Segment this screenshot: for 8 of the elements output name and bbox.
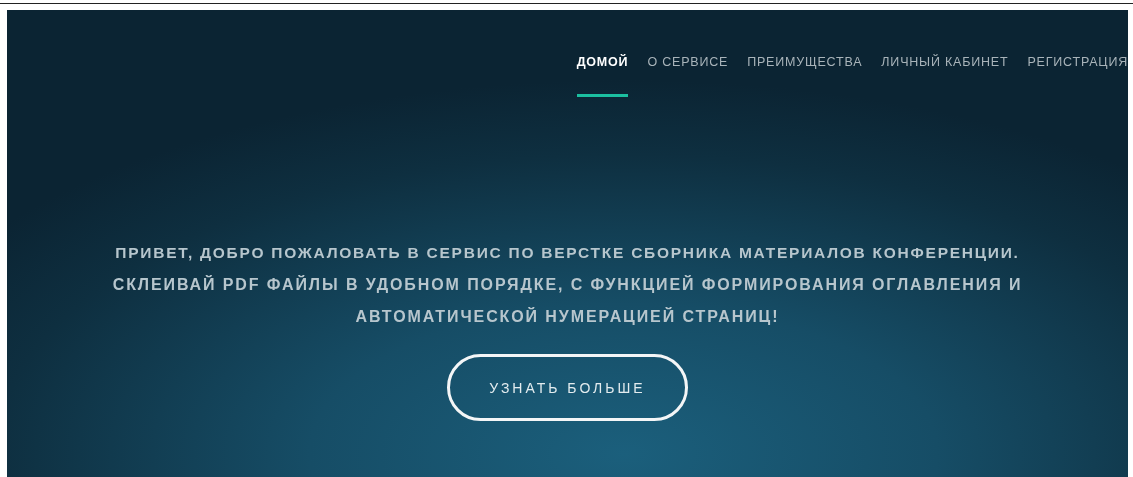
hero-subtitle: СКЛЕИВАЙ PDF ФАЙЛЫ В УДОБНОМ ПОРЯДКЕ, С ФУНКЦИЕЙ ФОРМИРОВАНИЯ ОГЛАВЛЕНИЯ И АВТОМАТИЧЕСКОЙ НУМЕРАЦИЕЙ СТРАНИЦ! (111, 274, 1024, 327)
learn-more-button[interactable]: УЗНАТЬ БОЛЬШЕ (447, 354, 688, 421)
nav-link[interactable]: РЕГИСТРАЦИЯ (1017, 54, 1128, 97)
nav-link[interactable]: ДОМОЙ (576, 54, 629, 97)
nav-link[interactable]: ЛИЧНЫЙ КАБИНЕТ (871, 54, 1018, 97)
hero-title: ПРИВЕТ, ДОБРО ПОЖАЛОВАТЬ В СЕРВИС ПО ВЕРСТКЕ СБОРНИКА МАТЕРИАЛОВ КОНФЕРЕНЦИИ. (115, 243, 1020, 263)
nav-link[interactable]: О СЕРВИСЕ (637, 54, 738, 97)
nav-link[interactable]: ПРЕИМУЩЕСТВА (737, 54, 872, 97)
